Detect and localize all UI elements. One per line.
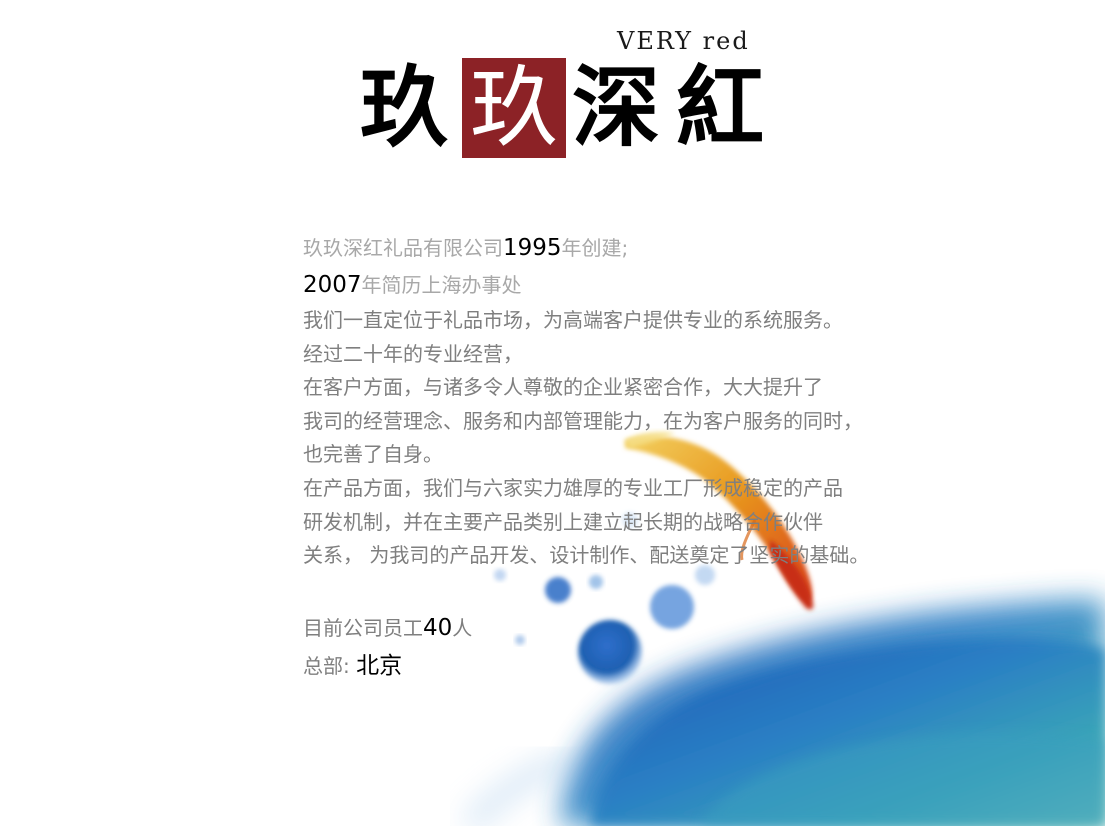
staff-count: 40	[423, 614, 453, 641]
logo-char-1: 玖	[359, 56, 448, 159]
company-name-text: 玖玖深红礼品有限公司	[303, 236, 503, 260]
staff-suffix: 人	[452, 615, 473, 640]
office-line: 2007年简历上海办事处	[303, 266, 943, 304]
brand-logo: VERY red 玖 玖 深 紅	[352, 28, 782, 163]
profile-paragraph-line: 关系， 为我司的产品开发、设计制作、配送奠定了坚实的基础。	[303, 543, 870, 568]
logo-char-4: 紅	[675, 56, 764, 159]
headquarters-line: 总部: 北京	[303, 647, 943, 685]
company-profile: 玖玖深红礼品有限公司1995年创建; 2007年简历上海办事处 我们一直定位于礼…	[303, 230, 943, 685]
headquarters-city: 北京	[356, 652, 403, 679]
profile-paragraph-line: 研发机制，并在主要产品类别上建立起长期的战略合作伙伴	[303, 509, 823, 534]
profile-paragraph-line: 我司的经营理念、服务和内部管理能力，在为客户服务的同时，	[303, 408, 863, 433]
office-suffix: 年简历上海办事处	[361, 273, 522, 297]
founding-suffix: 年创建;	[561, 236, 629, 260]
office-year: 2007	[303, 272, 362, 298]
profile-paragraph-line: 在客户方面，与诸多令人尊敬的企业紧密合作，大大提升了	[303, 375, 823, 400]
founding-year: 1995	[503, 235, 562, 261]
logo-english-text: VERY red	[617, 27, 750, 55]
profile-paragraph-line: 经过二十年的专业经营，	[303, 341, 523, 366]
logo-char-3: 深	[571, 56, 660, 159]
founding-line: 玖玖深红礼品有限公司1995年创建;	[303, 230, 943, 266]
profile-paragraph-line: 我们一直定位于礼品市场，为高端客户提供专业的系统服务。	[303, 308, 843, 332]
staff-prefix: 目前公司员工	[303, 615, 423, 640]
staff-count-line: 目前公司员工40人	[303, 609, 943, 647]
headquarters-label: 总部:	[303, 653, 357, 678]
profile-paragraph-line: 也完善了自身。	[303, 442, 443, 467]
logo-char-2-red-box: 玖	[462, 58, 566, 158]
profile-paragraph-line: 在产品方面，我们与六家实力雄厚的专业工厂形成稳定的产品	[303, 475, 843, 500]
